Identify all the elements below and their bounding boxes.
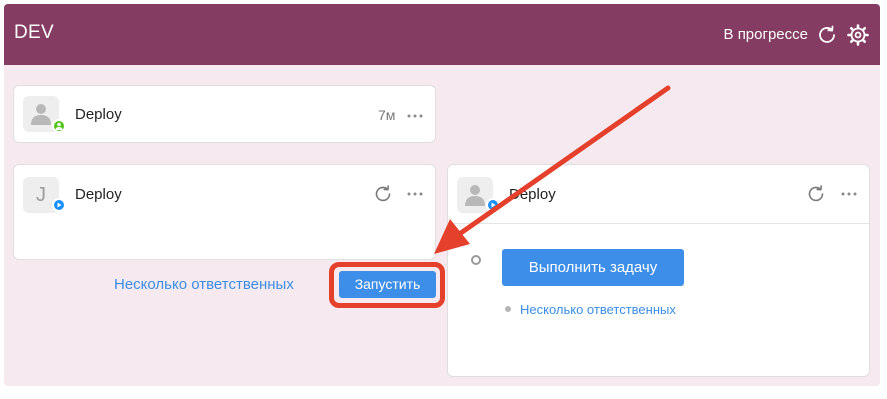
stage-status: В прогрессе <box>723 26 808 43</box>
assignees-link[interactable]: Несколько ответственных <box>114 276 294 293</box>
status-badge <box>52 119 66 133</box>
job-title: Deploy <box>509 186 556 203</box>
stage-title: DEV <box>14 22 54 43</box>
job-card-left[interactable]: J Deploy <box>13 164 436 260</box>
gear-icon[interactable] <box>846 23 870 47</box>
job-title: Deploy <box>75 186 122 203</box>
execute-task-button[interactable]: Выполнить задачу <box>502 249 684 286</box>
user-icon <box>55 122 63 130</box>
status-badge <box>52 198 66 212</box>
highlight-ring <box>329 262 445 308</box>
job-title: Deploy <box>75 106 122 123</box>
elapsed-time: 7м <box>378 107 396 123</box>
refresh-icon[interactable] <box>806 184 826 204</box>
assignees-link[interactable]: Несколько ответственных <box>520 302 676 317</box>
play-icon <box>57 202 62 208</box>
job-card-top[interactable]: Deploy 7м <box>13 85 436 143</box>
assignee-dot <box>505 306 511 312</box>
refresh-icon[interactable] <box>816 24 838 46</box>
more-icon[interactable] <box>406 109 424 123</box>
more-icon[interactable] <box>406 187 424 201</box>
more-icon[interactable] <box>840 187 858 201</box>
refresh-icon[interactable] <box>373 184 393 204</box>
status-badge <box>486 198 500 212</box>
play-icon <box>491 202 496 208</box>
stage-header: DEV В прогрессе <box>4 4 880 65</box>
step-indicator <box>471 255 481 265</box>
card-divider <box>448 223 869 224</box>
